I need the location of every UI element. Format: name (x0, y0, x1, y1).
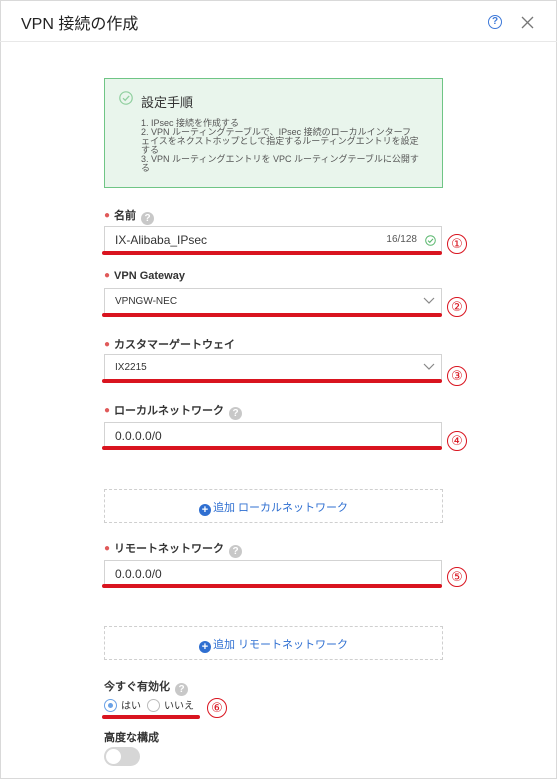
add-remote-network-label: 追加 リモートネットワーク (212, 639, 349, 651)
name-input[interactable]: IX-Alibaba_IPsec 16/128 (104, 226, 442, 253)
annotation-number: ⑥ (207, 698, 227, 718)
remote-network-input[interactable]: 0.0.0.0/0 (104, 560, 442, 587)
add-local-network-label: 追加 ローカルネットワーク (212, 502, 349, 514)
local-network-input[interactable]: 0.0.0.0/0 (104, 422, 442, 449)
annotation-underline (102, 379, 442, 383)
annotation-underline (102, 313, 442, 317)
setup-steps-box: 設定手順 1. IPsec 接続を作成する 2. VPN ルーティングテーブルで… (104, 78, 443, 188)
setup-step: 3. VPN ルーティングエントリを VPC ルーティングテーブルに公開する (141, 154, 419, 173)
required-marker: ● (104, 339, 111, 350)
radio-yes-label[interactable]: はい (121, 701, 141, 712)
advanced-config-label: 高度な構成 (104, 732, 159, 744)
radio-no[interactable] (147, 699, 160, 712)
annotation-number: ③ (447, 366, 467, 386)
radio-yes[interactable] (104, 699, 117, 712)
plus-circle-icon: + (198, 641, 211, 653)
required-marker: ● (104, 210, 111, 221)
vpn-gateway-label: ● VPN Gateway (104, 270, 185, 282)
char-counter: 16/128 (386, 234, 417, 245)
chevron-down-icon (423, 363, 435, 370)
add-local-network-button[interactable]: + 追加 ローカルネットワーク (104, 489, 443, 523)
help-icon[interactable]: ? (488, 15, 502, 29)
question-icon[interactable]: ? (175, 683, 188, 696)
local-network-value: 0.0.0.0/0 (115, 429, 162, 443)
annotation-underline (102, 446, 442, 450)
required-marker: ● (104, 270, 111, 281)
annotation-underline (102, 251, 442, 255)
required-marker: ● (104, 543, 111, 554)
customer-gateway-label: ● カスタマーゲートウェイ (104, 339, 236, 351)
remote-network-value: 0.0.0.0/0 (115, 567, 162, 581)
local-network-label: ● ローカルネットワーク? (104, 402, 243, 420)
annotation-underline (102, 715, 200, 719)
question-icon[interactable]: ? (229, 407, 243, 420)
setup-steps-title: 設定手順 (141, 95, 194, 110)
vpn-gateway-select[interactable]: VPNGW-NEC (104, 288, 442, 315)
customer-gateway-value: IX2215 (115, 362, 147, 373)
valid-check-icon (425, 235, 436, 246)
annotation-number: ② (447, 297, 467, 317)
name-label: ● 名前? (104, 207, 155, 225)
annotation-number: ① (447, 234, 467, 254)
dialog-header: VPN 接続の作成 ? (0, 0, 557, 42)
add-remote-network-button[interactable]: + 追加 リモートネットワーク (104, 626, 443, 660)
name-input-value: IX-Alibaba_IPsec (115, 233, 208, 247)
chevron-down-icon (423, 297, 435, 304)
enable-now-label: 今すぐ有効化? (104, 678, 188, 696)
customer-gateway-select[interactable]: IX2215 (104, 354, 442, 381)
annotation-number: ④ (447, 431, 467, 451)
close-icon[interactable] (521, 16, 534, 29)
remote-network-label: ● リモートネットワーク? (104, 540, 243, 558)
setup-step: 2. VPN ルーティングテーブルで、IPsec 接続のローカルインターフェイス… (141, 127, 419, 155)
advanced-config-toggle[interactable] (104, 747, 140, 766)
check-circle-icon (119, 91, 133, 105)
annotation-number: ⑤ (447, 567, 467, 587)
required-marker: ● (104, 405, 111, 416)
radio-no-label[interactable]: いいえ (164, 701, 194, 712)
question-icon[interactable]: ? (229, 545, 243, 558)
plus-circle-icon: + (198, 504, 211, 516)
vpn-gateway-value: VPNGW-NEC (115, 296, 178, 307)
dialog-title: VPN 接続の作成 (21, 16, 139, 33)
toggle-knob (106, 749, 121, 764)
annotation-underline (102, 584, 442, 588)
question-icon[interactable]: ? (141, 212, 155, 225)
enable-now-radio-group: はい いいえ (104, 697, 200, 713)
setup-steps-list: 1. IPsec 接続を作成する 2. VPN ルーティングテーブルで、IPse… (141, 119, 419, 173)
